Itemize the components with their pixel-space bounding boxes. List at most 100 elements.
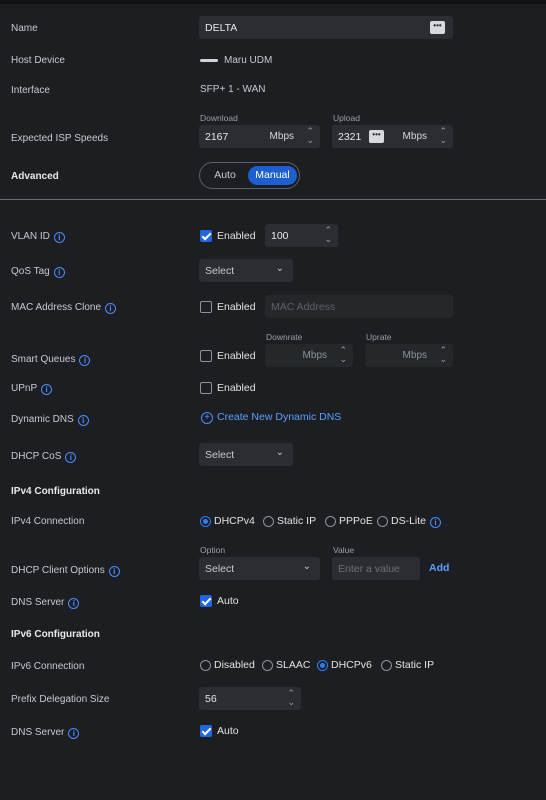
vlan-id-value: 100: [271, 229, 289, 242]
chevron-down-icon: ⌄: [275, 263, 284, 274]
more-dots-icon[interactable]: •••: [430, 21, 445, 34]
ipv6-connection-label: IPv6 Connection: [11, 661, 85, 672]
info-icon[interactable]: i: [108, 566, 120, 577]
dns-server-v4-label: DNS Server i: [11, 597, 80, 609]
info-icon[interactable]: i: [53, 267, 65, 278]
name-value: DELTA: [205, 21, 238, 34]
uprate-label: Uprate: [366, 332, 392, 342]
create-ddns-link[interactable]: Create New Dynamic DNS: [217, 411, 341, 423]
advanced-manual-option[interactable]: Manual: [248, 166, 297, 185]
ipv4-static-label: Static IP: [277, 515, 317, 527]
ipv4-static-radio[interactable]: [263, 516, 274, 527]
vlan-label: VLAN ID i: [11, 231, 65, 243]
upload-unit: Mbps: [402, 131, 427, 142]
ddns-label: Dynamic DNS i: [11, 414, 89, 426]
ipv4-dslite-label: DS-Lite i: [391, 515, 442, 528]
ipv6-config-heading: IPv6 Configuration: [11, 629, 100, 640]
mac-address-input[interactable]: MAC Address: [265, 295, 453, 318]
info-icon[interactable]: i: [79, 355, 91, 366]
host-device-value: Maru UDM: [224, 55, 273, 66]
ipv4-dhcpv4-radio[interactable]: [200, 516, 211, 527]
dhcp-cos-select-value: Select: [205, 448, 235, 461]
ipv6-static-radio[interactable]: [381, 660, 392, 671]
dhcp-value-placeholder: Enter a value: [338, 562, 400, 575]
dhcp-cos-select[interactable]: Select ⌄: [199, 443, 293, 466]
uprate-stepper[interactable]: ⌃ ⌄: [439, 346, 447, 364]
value-column-label: Value: [333, 545, 355, 555]
prefix-delegation-value: 56: [205, 692, 217, 705]
info-icon[interactable]: i: [77, 415, 89, 426]
prefix-delegation-input[interactable]: 56 ⌃ ⌄: [199, 687, 301, 710]
smart-queues-checkbox[interactable]: [200, 350, 212, 362]
dhcp-option-select[interactable]: Select ⌄: [199, 557, 320, 580]
plus-circle-icon[interactable]: +: [201, 412, 213, 424]
ipv4-dhcpv4-label: DHCPv4: [214, 515, 255, 527]
advanced-label: Advanced: [11, 171, 59, 182]
top-bar: [0, 0, 546, 4]
prefix-stepper[interactable]: ⌃ ⌄: [287, 689, 295, 707]
ipv4-connection-label: IPv4 Connection: [11, 516, 85, 527]
prefix-delegation-label: Prefix Delegation Size: [11, 694, 110, 705]
ipv6-disabled-radio[interactable]: [200, 660, 211, 671]
qos-label: QoS Tag i: [11, 266, 65, 278]
isp-speeds-label: Expected ISP Speeds: [11, 133, 109, 144]
upload-stepper[interactable]: ⌃ ⌄: [439, 127, 447, 145]
info-icon[interactable]: i: [53, 232, 65, 243]
dns-v6-auto-checkbox[interactable]: [200, 725, 212, 737]
divider: [0, 199, 546, 200]
dns-v6-auto-label: Auto: [217, 725, 239, 737]
add-option-button[interactable]: Add: [429, 562, 449, 574]
dns-v4-auto-label: Auto: [217, 595, 239, 607]
device-icon: [200, 59, 218, 62]
downrate-label: Downrate: [266, 332, 303, 342]
ipv6-dhcpv6-radio[interactable]: [317, 660, 328, 671]
dhcp-client-options-label: DHCP Client Options i: [11, 565, 120, 577]
advanced-toggle[interactable]: Auto Manual: [199, 162, 300, 189]
info-icon[interactable]: i: [68, 598, 80, 609]
info-icon[interactable]: i: [41, 384, 53, 395]
info-icon[interactable]: i: [430, 517, 442, 528]
uprate-input[interactable]: Mbps ⌃ ⌄: [365, 344, 453, 367]
mac-clone-checkbox[interactable]: [200, 301, 212, 313]
upload-value: 2321: [338, 130, 362, 143]
upnp-label: UPnP i: [11, 383, 53, 395]
smart-queues-enabled-label: Enabled: [217, 350, 256, 362]
ipv6-static-label: Static IP: [395, 659, 435, 671]
ipv4-pppoe-label: PPPoE: [339, 515, 373, 527]
ipv6-slaac-label: SLAAC: [276, 659, 311, 671]
ipv4-dslite-radio[interactable]: [377, 516, 388, 527]
info-icon[interactable]: i: [68, 728, 80, 739]
mac-address-placeholder: MAC Address: [271, 300, 336, 313]
upnp-checkbox[interactable]: [200, 382, 212, 394]
interface-label: Interface: [11, 85, 50, 96]
name-input[interactable]: DELTA •••: [199, 16, 453, 39]
downrate-stepper[interactable]: ⌃ ⌄: [339, 346, 347, 364]
download-unit: Mbps: [269, 131, 294, 142]
download-stepper[interactable]: ⌃ ⌄: [306, 127, 314, 145]
vlan-stepper[interactable]: ⌃ ⌄: [324, 226, 332, 244]
more-dots-icon[interactable]: •••: [369, 130, 384, 143]
upload-input[interactable]: 2321 ••• Mbps ⌃ ⌄: [332, 125, 453, 148]
chevron-down-icon: ⌄: [275, 447, 284, 458]
downrate-input[interactable]: Mbps ⌃ ⌄: [265, 344, 353, 367]
qos-select-value: Select: [205, 264, 235, 277]
advanced-auto-option[interactable]: Auto: [204, 166, 246, 185]
option-column-label: Option: [200, 545, 226, 555]
ipv4-pppoe-radio[interactable]: [325, 516, 336, 527]
vlan-id-input[interactable]: 100 ⌃ ⌄: [265, 224, 338, 247]
vlan-enabled-label: Enabled: [217, 230, 256, 242]
host-device-label: Host Device: [11, 55, 65, 66]
vlan-checkbox[interactable]: [200, 230, 212, 242]
info-icon[interactable]: i: [105, 303, 117, 314]
info-icon[interactable]: i: [65, 452, 77, 463]
dns-server-v6-label: DNS Server i: [11, 727, 80, 739]
dhcp-value-input[interactable]: Enter a value: [332, 557, 420, 580]
ipv6-slaac-radio[interactable]: [262, 660, 273, 671]
mac-clone-enabled-label: Enabled: [217, 301, 256, 313]
qos-select[interactable]: Select ⌄: [199, 259, 293, 282]
ipv4-config-heading: IPv4 Configuration: [11, 486, 100, 497]
dns-v4-auto-checkbox[interactable]: [200, 595, 212, 607]
download-label: Download: [200, 113, 238, 123]
smart-queues-label: Smart Queues i: [11, 354, 91, 366]
download-input[interactable]: 2167 Mbps ⌃ ⌄: [199, 125, 320, 148]
